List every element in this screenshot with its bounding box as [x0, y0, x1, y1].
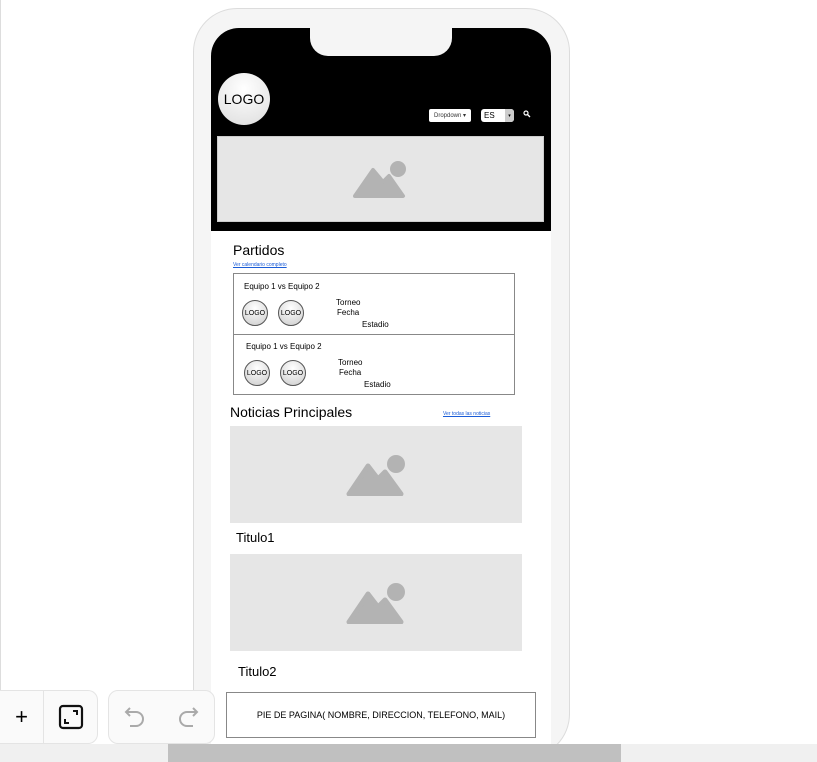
noticias-title: Noticias Principales [230, 404, 353, 420]
match-fecha: Fecha [339, 368, 362, 377]
fit-screen-icon [58, 704, 83, 730]
header: LOGO Dropdown ▾ ES ▾ [211, 28, 551, 231]
fit-screen-button[interactable] [44, 691, 97, 743]
search-icon[interactable] [523, 110, 531, 120]
image-icon [346, 454, 405, 496]
team-logo: LOGO [280, 360, 306, 386]
language-value: ES [484, 111, 495, 120]
match-teams: Equipo 1 vs Equipo 2 [244, 282, 320, 291]
zoom-toolbar: + [0, 690, 98, 744]
all-news-link[interactable]: Ver todas las noticias [443, 411, 490, 417]
match-item[interactable]: Equipo 1 vs Equipo 2 LOGO LOGO Torneo Fe… [234, 335, 514, 396]
news-image-placeholder[interactable] [230, 554, 522, 651]
match-fecha: Fecha [337, 308, 360, 317]
scrollbar-thumb[interactable] [168, 744, 621, 762]
phone-screen: LOGO Dropdown ▾ ES ▾ Partidos Ver calenda… [211, 28, 551, 758]
team-logo: LOGO [242, 300, 268, 326]
redo-button[interactable] [162, 691, 215, 743]
matches-list: Equipo 1 vs Equipo 2 LOGO LOGO Torneo Fe… [233, 273, 515, 395]
partidos-title: Partidos [233, 242, 285, 258]
footer: PIE DE PAGINA( NOMBRE, DIRECCION, TELEFO… [226, 692, 536, 738]
undo-icon [124, 707, 145, 727]
match-estadio: Estadio [362, 320, 389, 329]
news-image-placeholder[interactable] [230, 426, 522, 523]
match-teams: Equipo 1 vs Equipo 2 [246, 342, 322, 351]
site-logo[interactable]: LOGO [218, 73, 270, 125]
language-select[interactable]: ES ▾ [481, 109, 514, 122]
match-torneo: Torneo [336, 298, 361, 307]
left-panel-border [0, 0, 1, 690]
redo-icon [178, 707, 199, 727]
calendar-link[interactable]: Ver calendario completo [233, 262, 287, 268]
team-logo: LOGO [278, 300, 304, 326]
history-toolbar [108, 690, 215, 744]
hero-image-placeholder [217, 136, 544, 222]
news-title[interactable]: Titulo2 [238, 664, 277, 679]
match-torneo: Torneo [338, 358, 363, 367]
image-icon [346, 582, 405, 624]
match-estadio: Estadio [364, 380, 391, 389]
zoom-in-button[interactable]: + [0, 691, 44, 743]
match-item[interactable]: Equipo 1 vs Equipo 2 LOGO LOGO Torneo Fe… [234, 274, 514, 335]
news-title[interactable]: Titulo1 [236, 530, 275, 545]
image-icon [352, 161, 406, 198]
chevron-down-icon: ▾ [505, 109, 514, 122]
phone-notch [310, 28, 452, 56]
undo-button[interactable] [109, 691, 162, 743]
team-logo: LOGO [244, 360, 270, 386]
dropdown[interactable]: Dropdown ▾ [429, 109, 471, 122]
plus-icon: + [15, 704, 28, 729]
